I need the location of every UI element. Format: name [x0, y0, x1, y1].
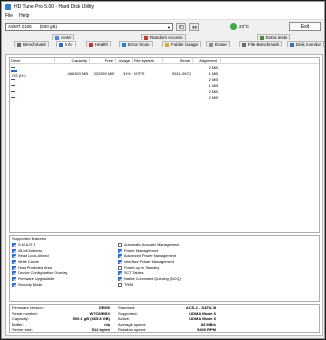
- tab-random-access[interactable]: Random Access: [141, 34, 186, 40]
- tab-info[interactable]: Info: [56, 41, 76, 47]
- partition-table[interactable]: Drive Capacity Free Usage File system Se…: [9, 57, 320, 233]
- health-icon: [89, 42, 93, 47]
- tab-erase[interactable]: Erase: [206, 41, 230, 47]
- file-benchmark-icon: [242, 42, 246, 47]
- drive-name: ASMT 2105: [8, 24, 32, 29]
- temperature-display: 23°C: [230, 23, 249, 30]
- save-button[interactable]: [189, 22, 199, 31]
- toolbar: ASMT 2105 (500 gB) ▼ 23°C Exit: [2, 20, 324, 33]
- info-panel: Drive Capacity Free Usage File system Se…: [5, 54, 323, 336]
- file-system-cell: NTFS: [134, 70, 145, 76]
- capacity-cell: 466393 MB: [67, 70, 88, 76]
- checkbox[interactable]: [118, 259, 122, 264]
- feature-trim: TRIM: [118, 282, 268, 288]
- checkbox[interactable]: [118, 265, 122, 270]
- error-scan-icon: [122, 42, 126, 47]
- supported-features: Supported features S.M.A.R.T 48-bit Addr…: [9, 235, 320, 302]
- checkbox[interactable]: [118, 271, 122, 276]
- chevron-down-icon: ▼: [167, 24, 171, 30]
- info-rotation-speed: Rotation speed: 5400 RPM: [118, 327, 216, 333]
- exit-button[interactable]: Exit: [289, 22, 321, 31]
- copy-button[interactable]: [176, 22, 186, 31]
- menu-bar: File Help: [2, 12, 324, 20]
- random-access-icon: [144, 35, 148, 40]
- drive-select[interactable]: ASMT 2105 (500 gB) ▼: [5, 22, 173, 31]
- tab-health[interactable]: Health: [86, 41, 112, 47]
- alignment-cell: 2 MB: [208, 88, 218, 94]
- camera-icon: [192, 25, 196, 28]
- partition-icon: [11, 90, 15, 92]
- checkbox[interactable]: [12, 242, 16, 247]
- partition-icon: [11, 84, 15, 86]
- speaker-icon: [55, 35, 59, 40]
- checkbox[interactable]: [118, 254, 122, 259]
- checkbox[interactable]: [12, 282, 16, 287]
- alignment-cell: 2 MB: [208, 76, 218, 82]
- tab-aam[interactable]: AAM: [52, 34, 74, 40]
- window-title: HD Tune Pro 5.00 - Hard Disk Utility: [14, 4, 95, 10]
- table-row[interactable]: 2 MB: [10, 94, 319, 100]
- header-free[interactable]: Free: [90, 58, 116, 63]
- tab-extra-tests[interactable]: Extra tests: [257, 34, 291, 40]
- tab-bar: AAM Random Access Extra tests Benchmark …: [2, 33, 324, 53]
- checkbox[interactable]: [12, 276, 16, 281]
- checkbox[interactable]: [12, 265, 16, 270]
- menu-help[interactable]: Help: [19, 13, 29, 19]
- header-alignment[interactable]: Alignment: [193, 58, 221, 63]
- checkbox[interactable]: [118, 276, 122, 281]
- partition-icon: [11, 78, 15, 80]
- app-window: HD Tune Pro 5.00 - Hard Disk Utility Fil…: [1, 1, 325, 339]
- tab-benchmark[interactable]: Benchmark: [14, 41, 49, 47]
- tab-disk-monitor[interactable]: Disk monitor: [287, 41, 324, 47]
- header-capacity[interactable]: Capacity: [55, 58, 90, 63]
- checkbox[interactable]: [12, 259, 16, 264]
- drive-info: Firmware version: DEM9 Serial number: W7CM…: [9, 304, 320, 333]
- info-icon: [59, 42, 63, 47]
- features-right-column: Automatic Acoustic Management Power Mana…: [118, 242, 268, 288]
- folder-icon: [165, 42, 169, 47]
- extra-tests-icon: [260, 35, 264, 40]
- tab-file-benchmark[interactable]: File Benchmark: [239, 41, 283, 47]
- drive-size: (500 gB): [39, 24, 57, 29]
- tab-error-scan[interactable]: Error Scan: [119, 41, 153, 47]
- alignment-cell: 2 MB: [208, 64, 218, 70]
- alignment-cell: 1 MB: [208, 82, 218, 88]
- benchmark-icon: [17, 42, 21, 47]
- erase-icon: [209, 42, 213, 47]
- menu-file[interactable]: File: [5, 13, 13, 19]
- header-serial[interactable]: Serial: [163, 58, 193, 63]
- checkbox[interactable]: [12, 271, 16, 276]
- app-icon: [5, 4, 11, 10]
- checkbox[interactable]: [118, 242, 122, 247]
- usage-cell: 31%: [122, 70, 131, 76]
- tab-folder-usage[interactable]: Folder Usage: [162, 41, 202, 47]
- checkbox[interactable]: [118, 248, 122, 253]
- partition-icon: [11, 96, 15, 98]
- alignment-cell: 1 MB: [208, 70, 218, 76]
- copy-icon: [178, 24, 184, 29]
- free-cell: 320350 MB: [93, 70, 114, 76]
- title-bar: HD Tune Pro 5.00 - Hard Disk Utility: [2, 2, 324, 12]
- alignment-cell: 2 MB: [208, 94, 218, 100]
- checkbox[interactable]: [118, 282, 122, 287]
- checkbox[interactable]: [12, 248, 16, 253]
- temperature-value: 23°C: [239, 24, 250, 29]
- header-drive[interactable]: Drive: [10, 58, 55, 63]
- thermometer-icon: [230, 23, 237, 30]
- checkbox[interactable]: [12, 254, 16, 259]
- header-usage[interactable]: Usage: [116, 58, 133, 63]
- header-file-system[interactable]: File system: [133, 58, 163, 63]
- disk-monitor-icon: [290, 42, 294, 47]
- drive-icon: [11, 69, 17, 72]
- serial-cell: 5511-9672: [172, 70, 191, 76]
